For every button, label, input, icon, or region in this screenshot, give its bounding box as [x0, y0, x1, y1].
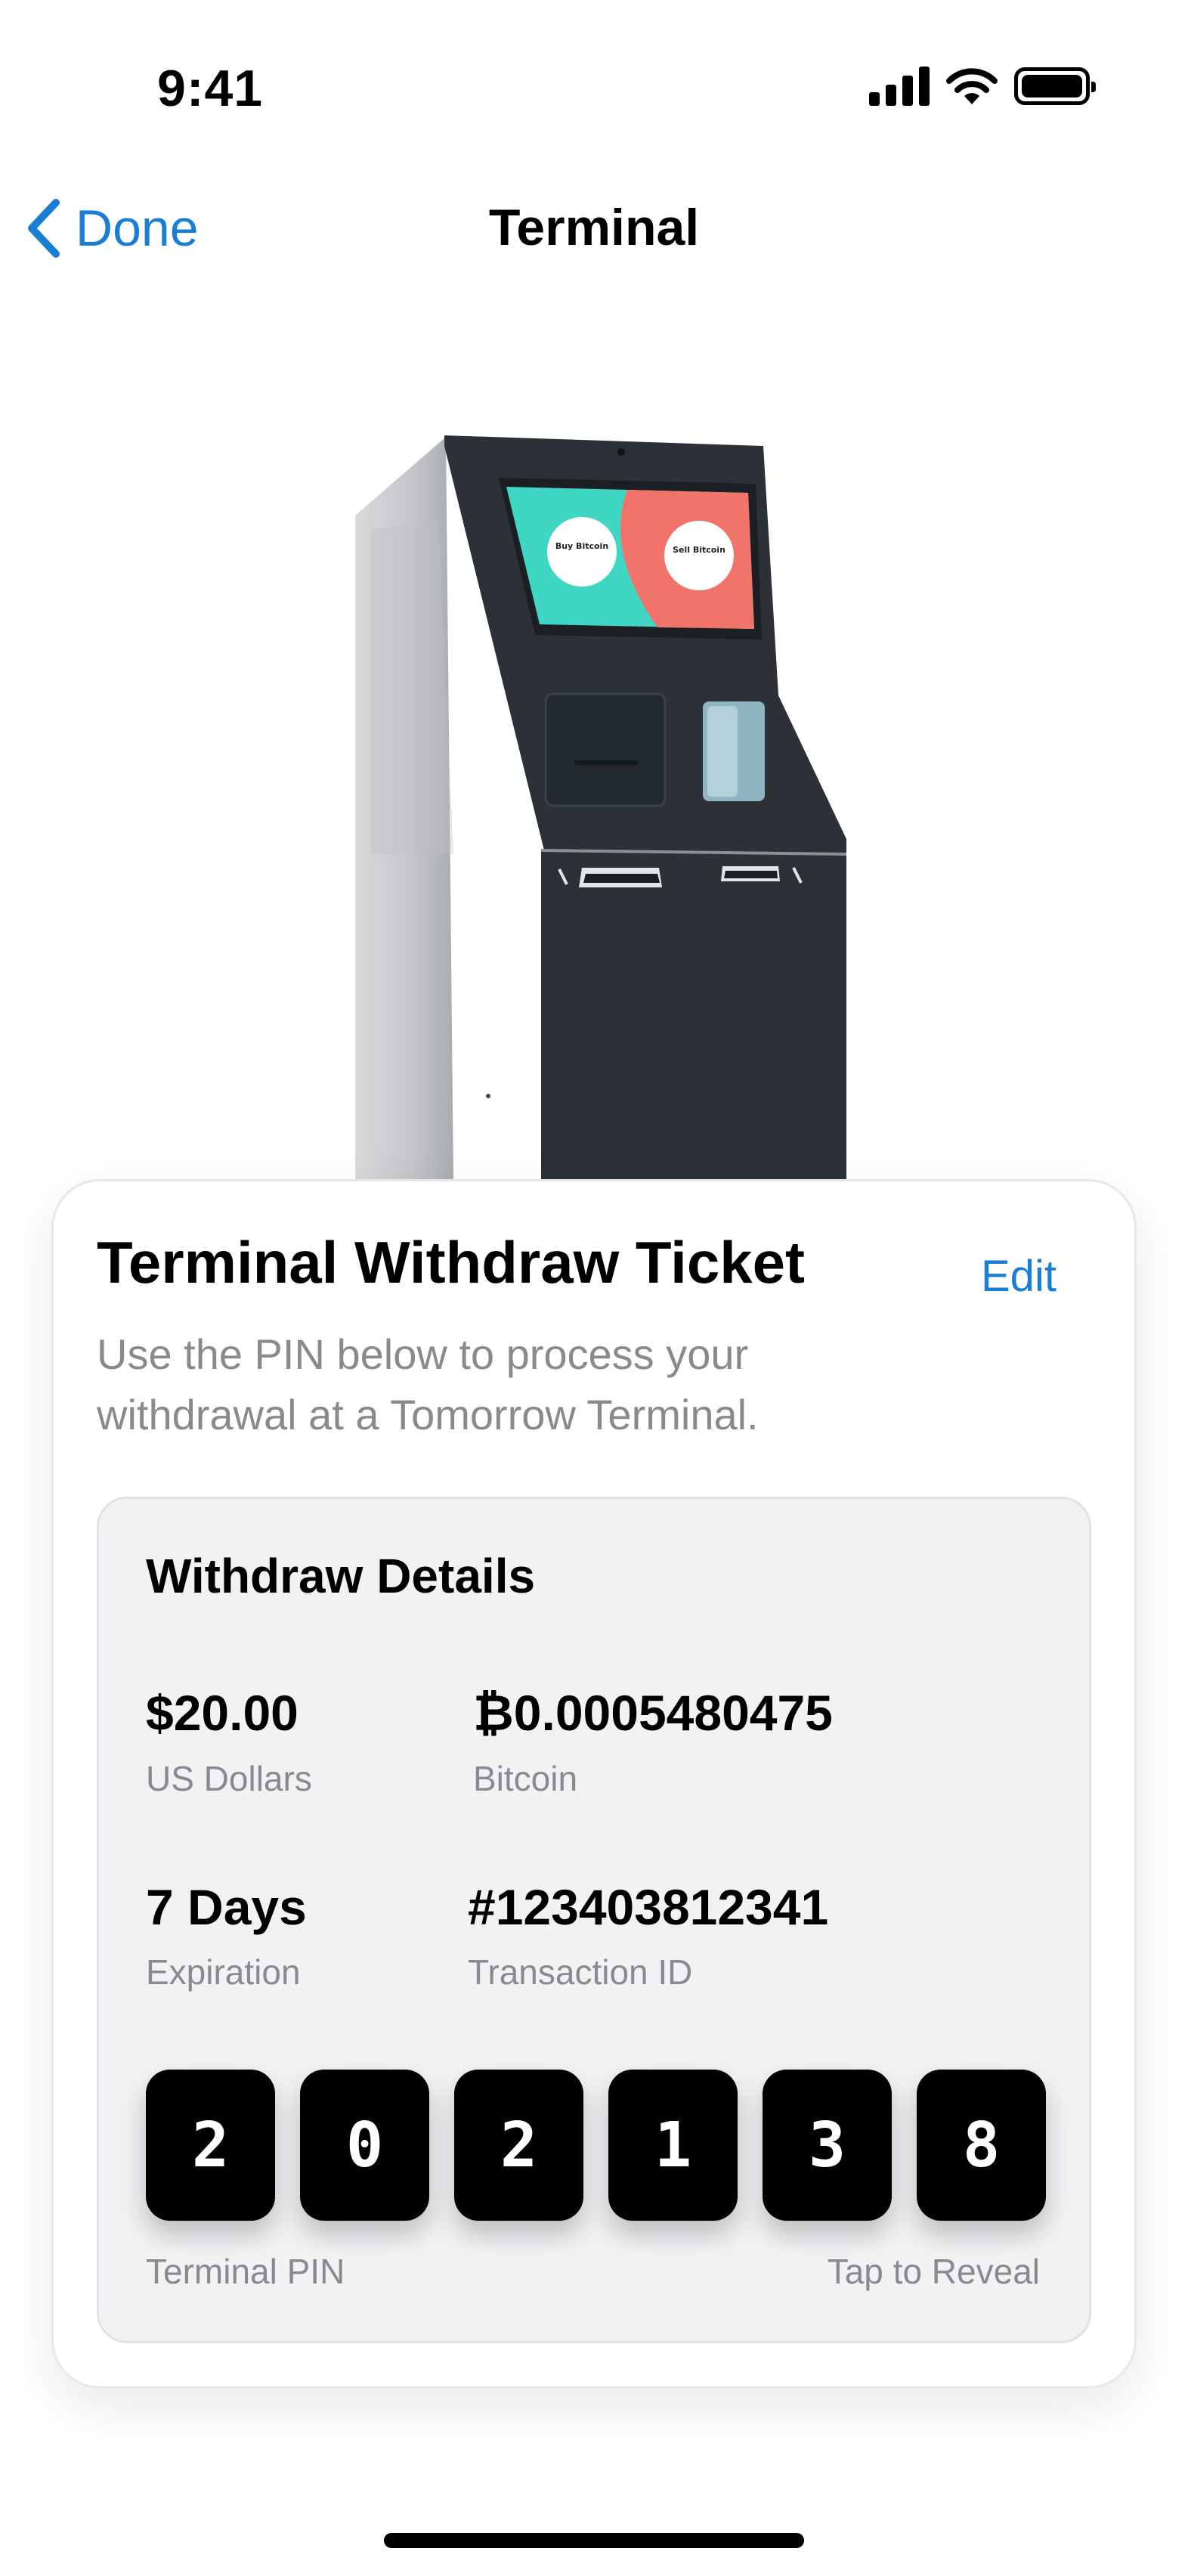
tap-to-reveal-button[interactable]: Tap to Reveal: [828, 2251, 1040, 2292]
usd-label: US Dollars: [146, 1759, 312, 1798]
screen-sell-label: Sell Bitcoin: [673, 545, 725, 555]
cellular-signal-icon: [869, 67, 930, 106]
battery-icon: [1014, 67, 1096, 105]
pin-label: Terminal PIN: [146, 2252, 345, 2291]
done-label: Done: [76, 200, 199, 257]
chevron-left-icon: [28, 199, 60, 258]
transaction-label: Transaction ID: [468, 1952, 693, 1992]
details-title: Withdraw Details: [146, 1549, 536, 1603]
status-time: 9:41: [157, 60, 264, 117]
pin-digit: 2: [146, 2070, 275, 2221]
btc-amount: ₿0.0005480475: [473, 1685, 833, 1741]
expiration-label: Expiration: [146, 1952, 301, 1992]
transaction-id: #123403812341: [468, 1879, 829, 1935]
pin-digit: 1: [608, 2070, 738, 2221]
status-icons: [869, 67, 1096, 106]
expiration-value: 7 Days: [146, 1879, 307, 1935]
terminal-machine-image: Buy Bitcoin Sell Bitcoin: [355, 435, 847, 1179]
pin-digit: 2: [454, 2070, 583, 2221]
wifi-icon: [946, 68, 998, 104]
card-title: Terminal Withdraw Ticket: [97, 1229, 805, 1296]
pin-digit: 0: [300, 2070, 429, 2221]
done-button[interactable]: Done: [26, 198, 199, 259]
card-description: Use the PIN below to process your withdr…: [97, 1330, 759, 1438]
edit-button[interactable]: Edit: [981, 1251, 1057, 1302]
btc-label: Bitcoin: [473, 1759, 578, 1798]
screen-buy-label: Buy Bitcoin: [555, 541, 608, 551]
usd-amount: $20.00: [146, 1685, 299, 1741]
pin-digit: 8: [917, 2070, 1046, 2221]
pin-digit: 3: [763, 2070, 892, 2221]
terminal-pin-boxes[interactable]: 2 0 2 1 3 8: [146, 2070, 1046, 2221]
home-indicator[interactable]: [384, 2533, 804, 2548]
